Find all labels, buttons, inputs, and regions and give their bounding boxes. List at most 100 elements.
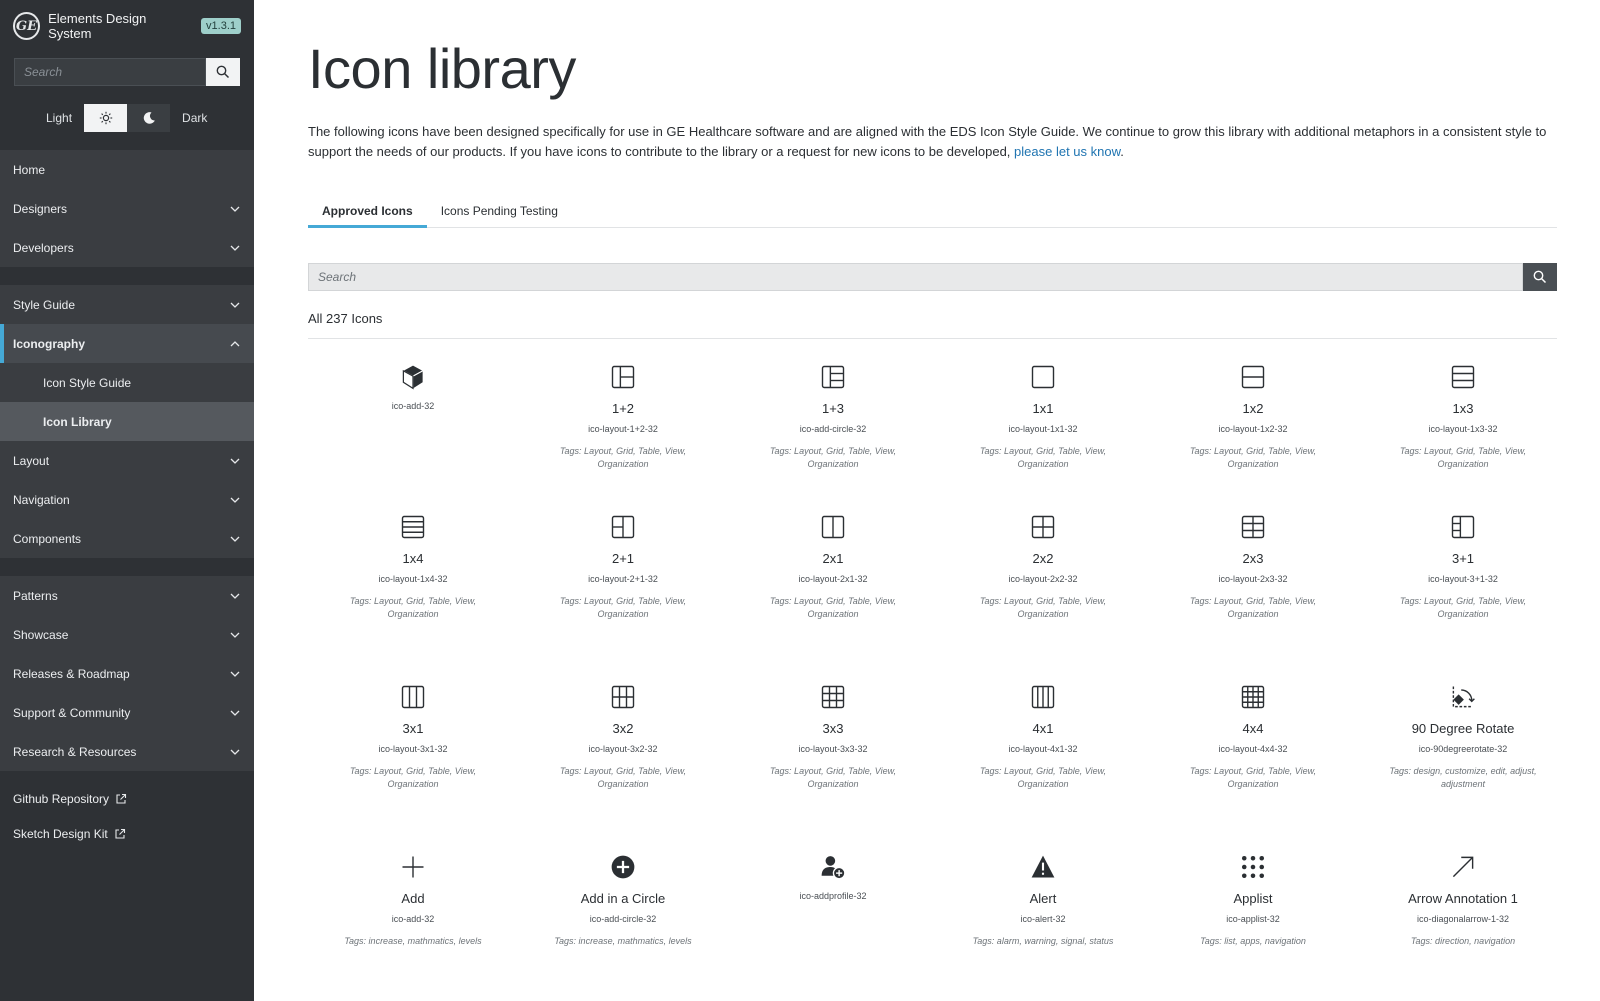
chevron-down-icon bbox=[230, 749, 240, 755]
github-link[interactable]: Github Repository bbox=[0, 781, 254, 816]
applist-icon bbox=[1241, 855, 1265, 879]
icon-preview bbox=[308, 357, 518, 391]
icon-card[interactable]: 2x2 ico-layout-2x2-32 Tags: Layout, Grid, … bbox=[938, 507, 1148, 621]
nav-item-components[interactable]: Components bbox=[0, 519, 254, 558]
icon-code: ico-addprofile-32 bbox=[799, 891, 867, 901]
icon-tags: Tags: Layout, Grid, Table, View, Organiz… bbox=[1399, 446, 1527, 469]
icon-name: 2x1 bbox=[822, 551, 844, 566]
layout-3x1-icon bbox=[401, 685, 425, 709]
nav-item-support[interactable]: Support & Community bbox=[0, 693, 254, 732]
nav-item-designers[interactable]: Designers bbox=[0, 189, 254, 228]
icon-card[interactable]: Arrow Annotation 1 ico-diagonalarrow-1-32… bbox=[1358, 847, 1568, 948]
icon-tags: Tags: increase, mathmatics, levels bbox=[344, 936, 482, 946]
nav-item-layout[interactable]: Layout bbox=[0, 441, 254, 480]
icon-preview bbox=[308, 847, 518, 881]
icon-preview bbox=[938, 507, 1148, 541]
icon-code: ico-layout-3+1-32 bbox=[1428, 574, 1498, 584]
icon-preview bbox=[1148, 507, 1358, 541]
icon-search-button[interactable] bbox=[1523, 263, 1557, 291]
icon-preview bbox=[1148, 847, 1358, 881]
sketch-link[interactable]: Sketch Design Kit bbox=[0, 816, 254, 851]
nav-item-showcase[interactable]: Showcase bbox=[0, 615, 254, 654]
icon-preview bbox=[308, 507, 518, 541]
icon-card[interactable]: 1+2 ico-layout-1+2-32 Tags: Layout, Grid, … bbox=[518, 357, 728, 471]
icon-name: Add bbox=[401, 891, 425, 906]
icon-code: ico-90degreerotate-32 bbox=[1418, 744, 1508, 754]
icon-card[interactable]: 3x1 ico-layout-3x1-32 Tags: Layout, Grid, … bbox=[308, 677, 518, 791]
icon-card[interactable]: 3x2 ico-layout-3x2-32 Tags: Layout, Grid, … bbox=[518, 677, 728, 791]
icon-name: Arrow Annotation 1 bbox=[1408, 891, 1518, 906]
icon-card[interactable]: 4x1 ico-layout-4x1-32 Tags: Layout, Grid, … bbox=[938, 677, 1148, 791]
layout-2x1-icon bbox=[821, 515, 845, 539]
chevron-down-icon bbox=[230, 497, 240, 503]
icon-tags: Tags: increase, mathmatics, levels bbox=[554, 936, 692, 946]
icon-card[interactable]: 3x3 ico-layout-3x3-32 Tags: Layout, Grid, … bbox=[728, 677, 938, 791]
icon-code: ico-diagonalarrow-1-32 bbox=[1416, 914, 1510, 924]
icon-code: ico-layout-2x3-32 bbox=[1218, 574, 1288, 584]
nav-label: Releases & Roadmap bbox=[13, 666, 130, 681]
nav-item-developers[interactable]: Developers bbox=[0, 228, 254, 267]
chevron-down-icon bbox=[230, 536, 240, 542]
icon-preview bbox=[1358, 357, 1568, 391]
nav-item-iconography[interactable]: Iconography bbox=[0, 324, 254, 363]
contact-link[interactable]: please let us know bbox=[1014, 144, 1120, 159]
theme-light-button[interactable] bbox=[84, 104, 128, 132]
icon-card[interactable]: 2x3 ico-layout-2x3-32 Tags: Layout, Grid, … bbox=[1148, 507, 1358, 621]
nav-item-style-guide[interactable]: Style Guide bbox=[0, 285, 254, 324]
brand[interactable]: GE Elements Design System v1.3.1 bbox=[0, 0, 254, 52]
icon-code: ico-layout-4x4-32 bbox=[1218, 744, 1288, 754]
rotate-90-icon bbox=[1452, 686, 1475, 708]
icon-code: ico-layout-2+1-32 bbox=[588, 574, 658, 584]
nav-item-icon-style-guide[interactable]: Icon Style Guide bbox=[0, 363, 254, 402]
external-link-icon bbox=[115, 828, 125, 839]
icon-card[interactable]: 1x3 ico-layout-1x3-32 Tags: Layout, Grid, … bbox=[1358, 357, 1568, 471]
tab-pending-icons[interactable]: Icons Pending Testing bbox=[427, 198, 572, 228]
icon-card[interactable]: Alert ico-alert-32 Tags: alarm, warning, s… bbox=[938, 847, 1148, 948]
theme-dark-button[interactable] bbox=[127, 104, 171, 132]
nav-separator bbox=[0, 558, 254, 576]
tab-approved-icons[interactable]: Approved Icons bbox=[308, 198, 427, 228]
icon-name: 2x2 bbox=[1032, 551, 1054, 566]
icon-name: Applist bbox=[1233, 891, 1273, 906]
nav-item-research[interactable]: Research & Resources bbox=[0, 732, 254, 771]
icon-name: 2+1 bbox=[611, 551, 635, 566]
nav-item-releases[interactable]: Releases & Roadmap bbox=[0, 654, 254, 693]
nav-item-icon-library[interactable]: Icon Library bbox=[0, 402, 254, 441]
icon-card[interactable]: ico-addprofile-32 bbox=[728, 847, 938, 948]
icon-card[interactable]: 1x4 ico-layout-1x4-32 Tags: Layout, Grid, … bbox=[308, 507, 518, 621]
layout-1x2-icon bbox=[1241, 365, 1265, 389]
icon-card[interactable]: 4x4 ico-layout-4x4-32 Tags: Layout, Grid, … bbox=[1148, 677, 1358, 791]
icon-name: 1x2 bbox=[1242, 401, 1264, 416]
search-icon bbox=[1533, 270, 1547, 284]
icon-card[interactable]: 90 Degree Rotate ico-90degreerotate-32 Tag… bbox=[1358, 677, 1568, 791]
icon-card[interactable]: ico-add-32 bbox=[308, 357, 518, 471]
sidebar-search-button[interactable] bbox=[206, 58, 240, 86]
icon-card[interactable]: 3+1 ico-layout-3+1-32 Tags: Layout, Grid, … bbox=[1358, 507, 1568, 621]
icon-code: ico-layout-2x1-32 bbox=[798, 574, 868, 584]
icon-card[interactable]: Applist ico-applist-32 Tags: list, apps, n… bbox=[1148, 847, 1358, 948]
icon-card[interactable]: Add ico-add-32 Tags: increase, mathmatics,… bbox=[308, 847, 518, 948]
icon-name: 4x4 bbox=[1242, 721, 1264, 736]
icon-card[interactable]: 1x2 ico-layout-1x2-32 Tags: Layout, Grid, … bbox=[1148, 357, 1358, 471]
icon-search-input[interactable] bbox=[308, 263, 1523, 291]
nav-item-navigation[interactable]: Navigation bbox=[0, 480, 254, 519]
icon-card[interactable]: 2+1 ico-layout-2+1-32 Tags: Layout, Grid, … bbox=[518, 507, 728, 621]
icon-code: ico-add-32 bbox=[391, 914, 435, 924]
icon-card[interactable]: 1x1 ico-layout-1x1-32 Tags: Layout, Grid, … bbox=[938, 357, 1148, 471]
link-label: Github Repository bbox=[13, 791, 110, 806]
nav-item-patterns[interactable]: Patterns bbox=[0, 576, 254, 615]
icon-tags: Tags: direction, navigation bbox=[1410, 936, 1516, 946]
nav-item-home[interactable]: Home bbox=[0, 150, 254, 189]
nav-label: Layout bbox=[13, 453, 50, 468]
icon-card[interactable]: 1+3 ico-add-circle-32 Tags: Layout, Grid, … bbox=[728, 357, 938, 471]
theme-dark-label: Dark bbox=[182, 111, 208, 125]
icon-code: ico-layout-1x2-32 bbox=[1218, 424, 1288, 434]
icon-name: 1x4 bbox=[402, 551, 424, 566]
theme-toggle bbox=[84, 104, 171, 132]
icon-card[interactable]: 2x1 ico-layout-2x1-32 Tags: Layout, Grid, … bbox=[728, 507, 938, 621]
icon-name: Add in a Circle bbox=[580, 891, 666, 906]
layout-1-3-icon bbox=[821, 365, 845, 389]
sidebar-search-input[interactable] bbox=[14, 58, 206, 86]
sun-icon bbox=[99, 111, 112, 125]
icon-card[interactable]: Add in a Circle ico-add-circle-32 Tags: in… bbox=[518, 847, 728, 948]
